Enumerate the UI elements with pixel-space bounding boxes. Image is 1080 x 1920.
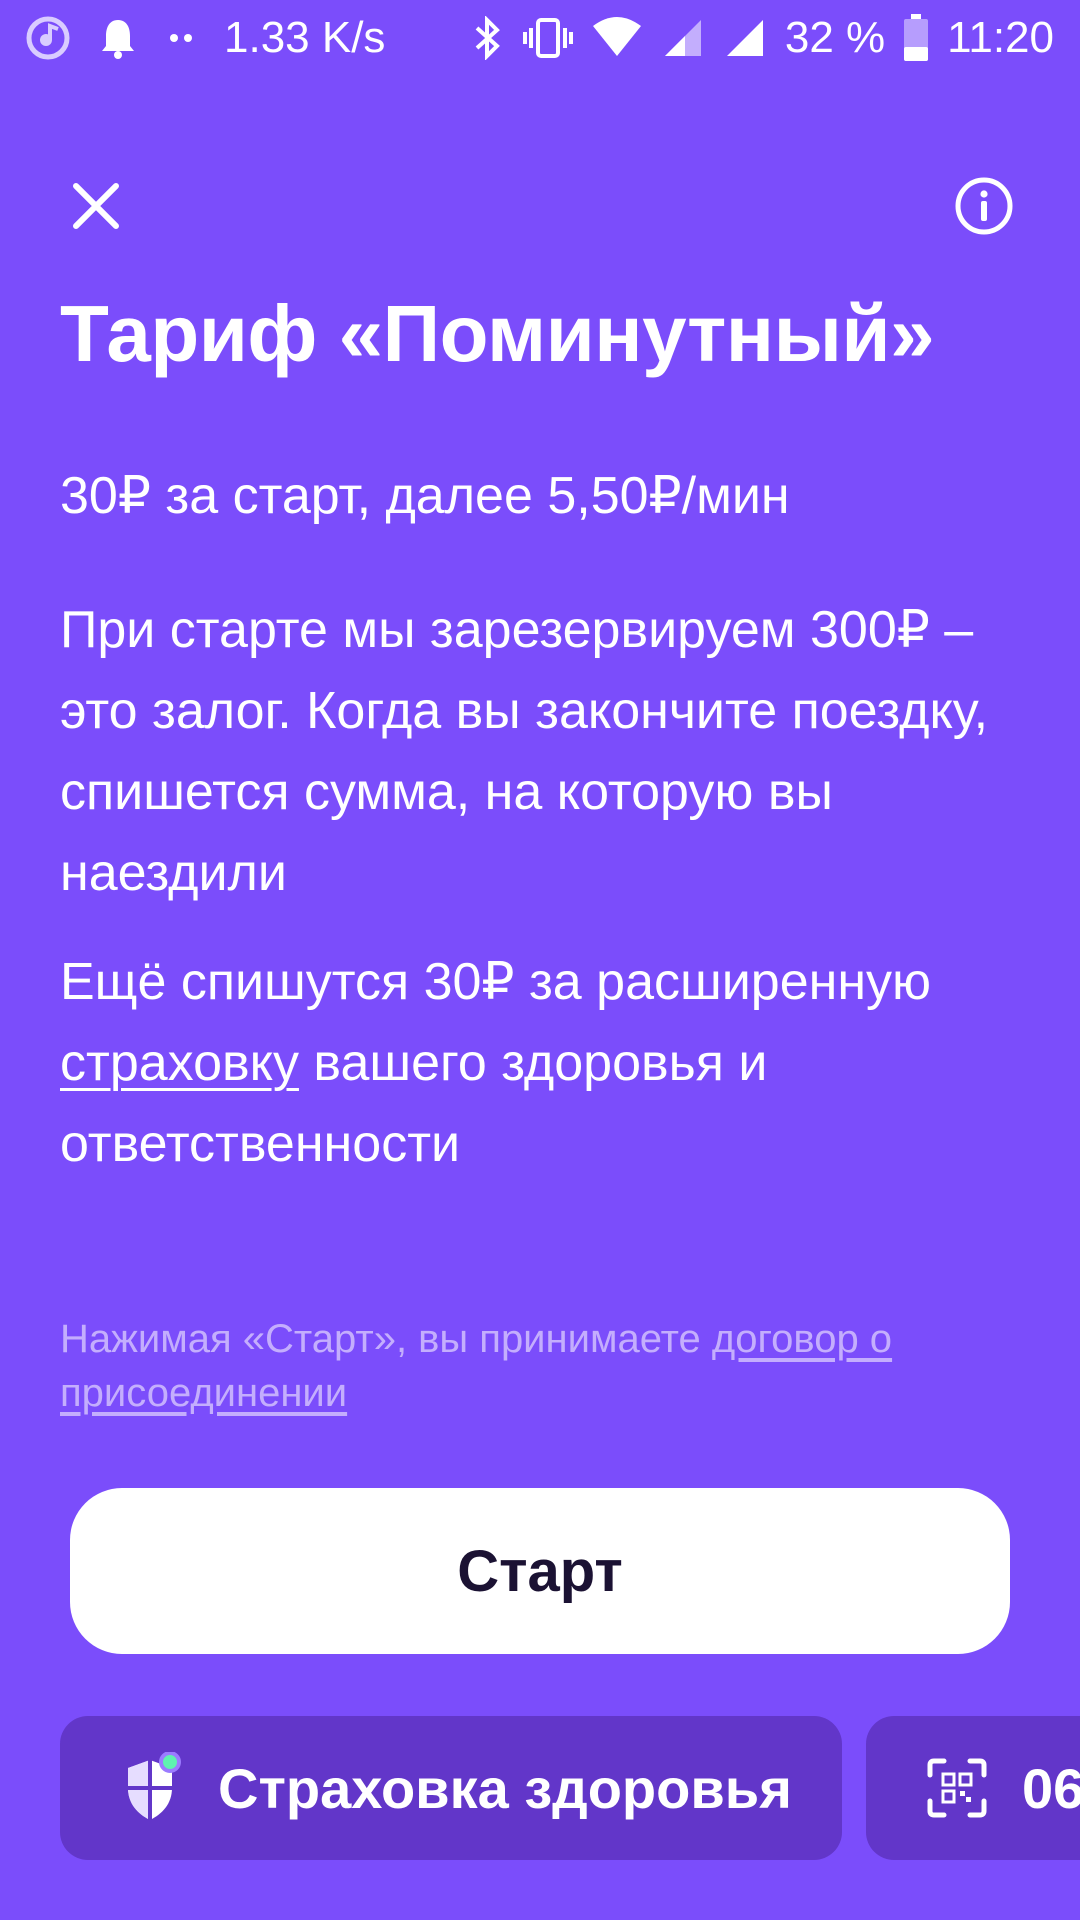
info-button[interactable] xyxy=(944,166,1024,246)
more-dots-icon xyxy=(166,28,196,48)
status-bar: 1.33 K/s 32 % 11:20 xyxy=(0,0,1080,76)
bluetooth-icon xyxy=(471,16,505,60)
info-icon xyxy=(955,177,1013,235)
close-button[interactable] xyxy=(56,166,136,246)
clock: 11:20 xyxy=(947,13,1054,62)
network-speed: 1.33 K/s xyxy=(224,13,386,62)
insurance-text-prefix: Ещё спишутся 30₽ за расширенную xyxy=(60,953,932,1011)
insurance-chip-label: Страховка здоровья xyxy=(218,1756,792,1820)
qr-scan-icon xyxy=(927,1758,987,1818)
shield-icon xyxy=(128,1752,181,1820)
price-line: 30₽ за старт, далее 5,50₽/мин xyxy=(60,467,790,525)
signal-icon xyxy=(661,16,705,60)
insurance-chip[interactable]: Страховка здоровья xyxy=(60,1716,842,1860)
battery-icon xyxy=(903,14,929,62)
agreement-prefix: Нажимая «Старт», вы принимаете xyxy=(60,1317,712,1361)
battery-percent: 32 % xyxy=(784,13,886,62)
close-icon xyxy=(73,183,119,229)
insurance-link[interactable]: страховку xyxy=(60,1034,299,1092)
agreement-note: Нажимая «Старт», вы принимаете договор о… xyxy=(60,1312,1020,1420)
start-button[interactable]: Старт xyxy=(70,1488,1010,1654)
scan-chip[interactable]: 06 xyxy=(866,1716,1080,1860)
status-badge xyxy=(159,1752,181,1773)
signal-icon-2 xyxy=(723,16,767,60)
vibrate-icon xyxy=(522,16,573,60)
notification-bell-icon xyxy=(98,16,138,60)
deposit-text: При старте мы зарезервируем 300₽ – это з… xyxy=(60,601,989,902)
scan-chip-label: 06 xyxy=(1022,1756,1080,1820)
music-app-icon xyxy=(26,16,70,60)
tariff-screen: 1.33 K/s 32 % 11:20 Тариф «Поминутный» 3… xyxy=(0,0,1080,1920)
insurance-text: Ещё спишутся 30₽ за расширенную страховк… xyxy=(60,942,1060,1185)
wifi-icon xyxy=(591,16,643,60)
page-title: Тариф «Поминутный» xyxy=(60,289,935,378)
